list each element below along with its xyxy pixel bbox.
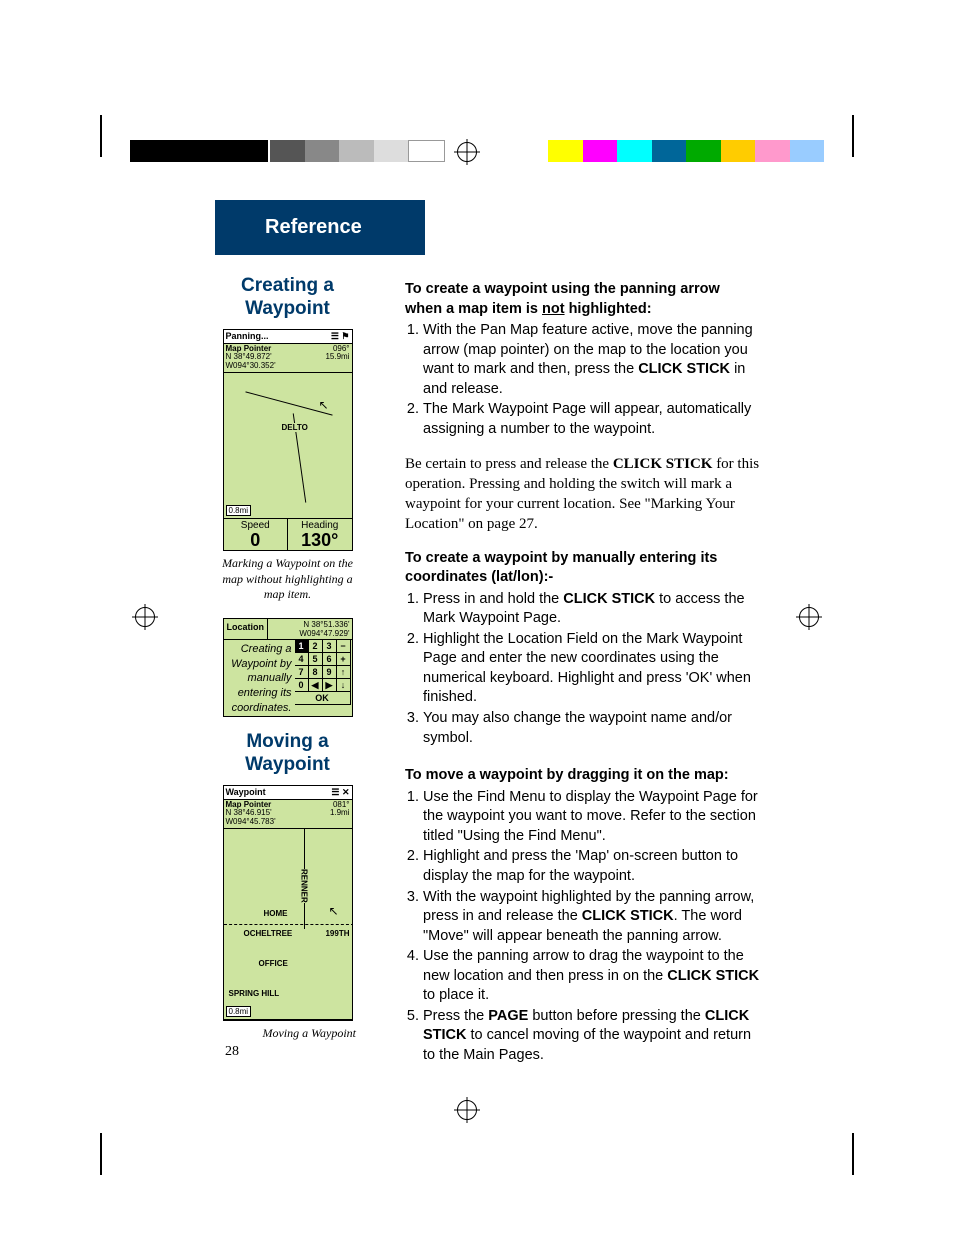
registration-mark	[457, 142, 477, 162]
registration-mark	[457, 1100, 477, 1120]
sidebar-heading-creating: Creating a Waypoint	[215, 275, 360, 321]
sidebar-heading-moving: Moving a Waypoint	[215, 731, 360, 777]
list-2: Press in and hold the CLICK STICK to acc…	[405, 590, 760, 749]
list-3: Use the Find Menu to display the Waypoin…	[405, 788, 760, 1066]
heading-1: To create a waypoint using the panning a…	[405, 280, 760, 319]
gps-screenshot-panning: Panning...☰ ⚑ Map PointerN 38°49.872'W09…	[223, 329, 353, 551]
registration-mark	[799, 607, 819, 627]
section-header: Reference	[215, 200, 425, 255]
caption-2: Moving a Waypoint	[215, 1026, 356, 1042]
gps-screenshot-waypoint: Waypoint☰ ✕ Map PointerN 38°46.915'W094°…	[223, 785, 353, 1021]
main-content: To create a waypoint using the panning a…	[405, 280, 760, 1080]
list-1: With the Pan Map feature active, move th…	[405, 321, 760, 439]
page-number: 28	[225, 1044, 239, 1060]
registration-mark	[135, 607, 155, 627]
caption-1: Marking a Waypoint on the map without hi…	[215, 556, 360, 603]
paragraph-1: Be certain to press and release the CLIC…	[405, 454, 760, 535]
gps-screenshot-keypad: Location N 38°51.336'W094°47.929' Creati…	[223, 618, 353, 717]
heading-2: To create a waypoint by manually enterin…	[405, 549, 760, 588]
heading-3: To move a waypoint by dragging it on the…	[405, 766, 760, 786]
